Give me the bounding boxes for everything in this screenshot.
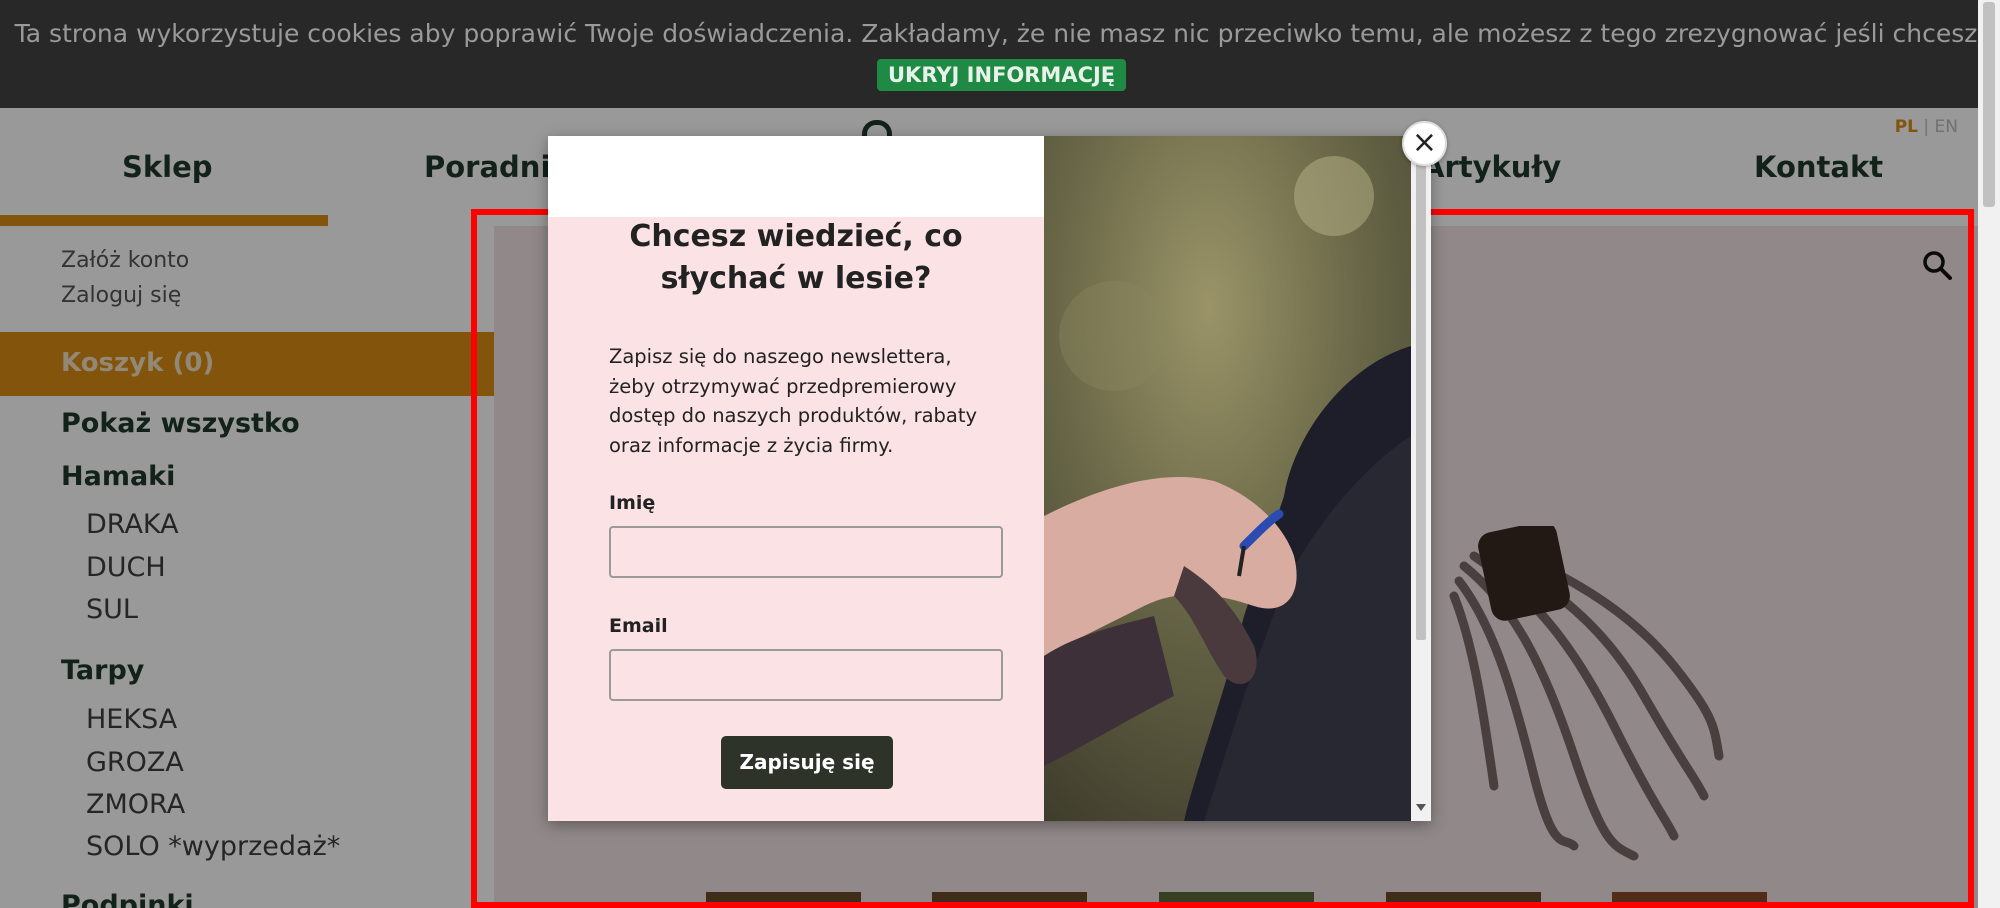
newsletter-modal: Chcesz wiedzieć, co słychać w lesie? Zap…: [548, 136, 1431, 821]
modal-description: Zapisz się do naszego newslettera, żeby …: [609, 345, 978, 457]
page-scrollbar-thumb[interactable]: [1983, 2, 1995, 207]
subscribe-button[interactable]: Zapisuję się: [721, 736, 893, 789]
name-input[interactable]: [609, 526, 1003, 578]
page-scrollbar[interactable]: [1978, 0, 2000, 908]
modal-top-strip: [548, 136, 1044, 217]
modal-title: Chcesz wiedzieć, co słychać w lesie?: [629, 219, 963, 296]
name-label: Imię: [609, 492, 656, 514]
cookie-banner: Ta strona wykorzystuje cookies aby popra…: [0, 0, 2000, 108]
modal-form-panel: Chcesz wiedzieć, co słychać w lesie? Zap…: [548, 136, 1044, 821]
email-input[interactable]: [609, 649, 1003, 701]
scroll-down-arrow-icon[interactable]: [1416, 804, 1426, 811]
modal-scrollbar[interactable]: [1411, 136, 1431, 821]
modal-scrollbar-thumb[interactable]: [1416, 150, 1426, 640]
modal-photo: [1044, 136, 1411, 821]
hide-cookie-info-button[interactable]: UKRYJ INFORMACJĘ: [877, 59, 1127, 91]
cookie-text: Ta strona wykorzystuje cookies aby popra…: [14, 19, 1986, 48]
email-label: Email: [609, 615, 668, 637]
close-icon[interactable]: ×: [1402, 121, 1447, 166]
